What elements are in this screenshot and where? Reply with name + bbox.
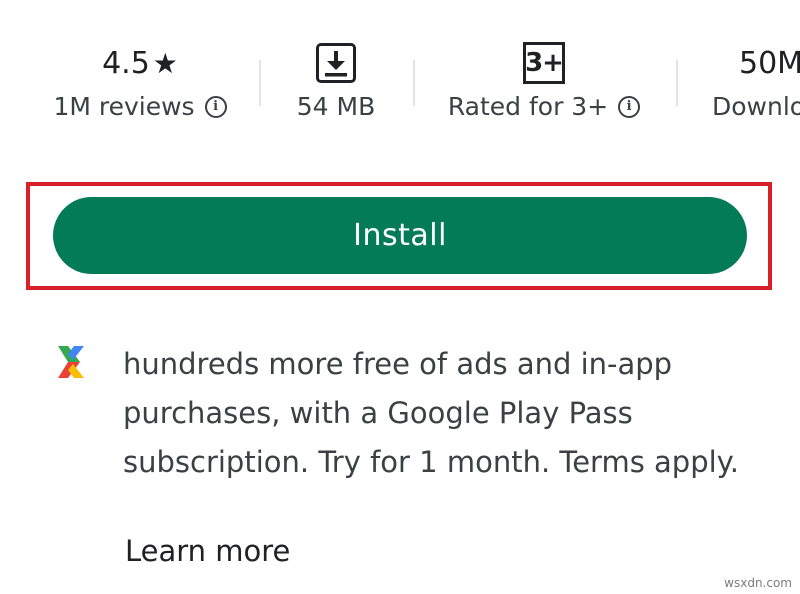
divider [676,60,678,106]
watermark: wsxdn.com [724,576,792,590]
app-size: 54 MB [296,92,376,121]
install-button[interactable]: Install [53,197,747,274]
downloads-label: Downlo [712,92,800,121]
stat-rating[interactable]: 4.5 ★ 1M reviews i [53,36,227,121]
divider [259,60,261,106]
reviews-count: 1M reviews [53,92,195,121]
learn-more-link[interactable]: Learn more [125,534,290,568]
downloads-value: 50M [739,45,800,81]
star-icon: ★ [152,46,178,80]
content-rating-badge: 3+ [523,42,565,84]
play-pass-promo-text: hundreds more free of ads and in-app pur… [123,347,739,479]
content-rating-label: Rated for 3+ [447,92,609,121]
rating-value: 4.5 [102,45,150,81]
play-pass-icon [58,346,84,378]
download-box-icon [316,43,356,83]
stat-content-rating[interactable]: 3+ Rated for 3+ i [446,36,642,121]
divider [413,60,415,106]
stat-downloads: 50M Downlo [712,36,800,122]
info-icon[interactable]: i [618,95,641,118]
stat-size: 54 MB [283,36,389,121]
info-icon[interactable]: i [204,95,227,118]
